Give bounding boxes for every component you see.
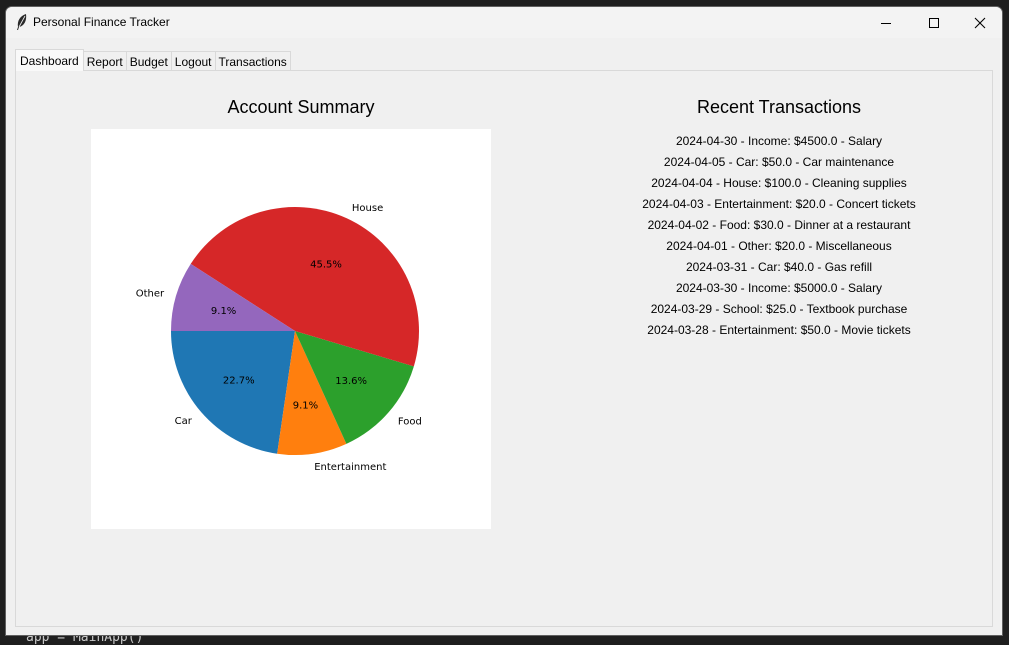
close-button[interactable] [957, 7, 1002, 38]
dashboard-panel: Account Summary 22.7% Car 9.1% Entertainmen… [15, 70, 993, 627]
pie-category-label: Food [398, 417, 422, 428]
list-item: 2024-04-01 - Other: $20.0 - Miscellaneou… [666, 239, 892, 253]
pie-chart: 22.7% Car 9.1% Entertainment 13.6% Food 45.5% H… [136, 203, 422, 473]
pie-pct-label: 22.7% [223, 376, 255, 387]
tab-dashboard[interactable]: Dashboard [15, 49, 84, 71]
recent-transactions-title: Recent Transactions [696, 97, 862, 117]
list-item: 2024-04-03 - Entertainment: $20.0 - Conc… [642, 197, 916, 211]
list-item: 2024-03-31 - Car: $40.0 - Gas refill [685, 260, 873, 274]
list-item: 2024-04-30 - Income: $4500.0 - Salary [675, 134, 883, 148]
list-item: 2024-04-05 - Car: $50.0 - Car maintenanc… [663, 155, 895, 169]
pie-chart-container: 22.7% Car 9.1% Entertainment 13.6% Food 45.5% H… [91, 129, 491, 529]
pie-pct-label: 9.1% [211, 306, 236, 317]
tab-bar: Dashboard Report Budget Logout Transacti… [15, 49, 291, 71]
pie-slice-car [171, 331, 295, 454]
tab-report[interactable]: Report [82, 51, 127, 71]
pie-pct-label: 45.5% [310, 259, 342, 270]
pie-pct-label: 9.1% [293, 401, 318, 412]
transaction-list: 2024-04-30 - Income: $4500.0 - Salary 20… [589, 131, 969, 341]
pie-category-label: House [352, 203, 383, 214]
account-summary-title: Account Summary [227, 97, 375, 117]
pie-category-label: Entertainment [314, 462, 386, 473]
maximize-button[interactable] [911, 7, 957, 38]
tab-logout[interactable]: Logout [170, 51, 216, 71]
close-icon [974, 17, 986, 28]
list-item: 2024-04-04 - House: $100.0 - Cleaning su… [651, 176, 907, 190]
pie-category-label: Car [175, 416, 193, 427]
window-title: Personal Finance Tracker [33, 15, 170, 29]
pie-pct-label: 13.6% [335, 376, 367, 387]
minimize-button[interactable] [863, 7, 909, 38]
tab-transactions[interactable]: Transactions [214, 51, 291, 71]
app-window: Personal Finance Tracker Dashboard Repor… [5, 6, 1003, 636]
pie-category-label: Other [136, 289, 165, 300]
title-bar: Personal Finance Tracker [6, 7, 1002, 38]
maximize-icon [929, 17, 939, 28]
minimize-icon [881, 22, 891, 24]
list-item: 2024-03-30 - Income: $5000.0 - Salary [675, 281, 883, 295]
feather-icon [14, 13, 30, 31]
list-item: 2024-03-29 - School: $25.0 - Textbook pu… [650, 302, 908, 316]
tab-budget[interactable]: Budget [125, 51, 172, 71]
list-item: 2024-04-02 - Food: $30.0 - Dinner at a r… [647, 218, 911, 232]
list-item: 2024-03-28 - Entertainment: $50.0 - Movi… [647, 323, 911, 337]
